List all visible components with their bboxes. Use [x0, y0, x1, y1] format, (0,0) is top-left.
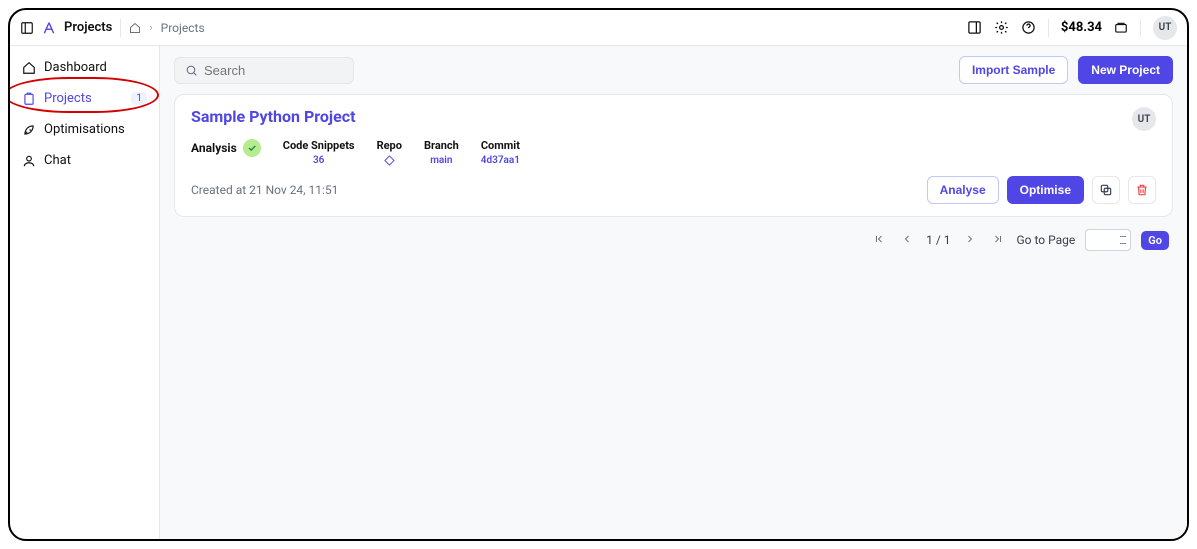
sidebar-item-label: Optimisations — [44, 122, 125, 137]
delete-button[interactable] — [1128, 176, 1156, 204]
divider — [1140, 19, 1141, 37]
divider — [1048, 19, 1049, 37]
project-owner-avatar: UT — [1132, 107, 1156, 131]
project-title[interactable]: Sample Python Project — [191, 107, 355, 126]
sidebar: Dashboard Projects 1 Optimisations — [10, 46, 160, 539]
new-project-button[interactable]: New Project — [1078, 56, 1173, 84]
main-area: Import Sample New Project Sample Python … — [160, 46, 1187, 539]
repo-icon — [384, 155, 395, 166]
project-card: Sample Python Project UT Analysis Code S… — [174, 94, 1173, 217]
import-sample-button[interactable]: Import Sample — [959, 56, 1068, 84]
search-box[interactable] — [174, 57, 354, 84]
goto-label: Go to Page — [1017, 233, 1076, 247]
goto-page-input[interactable] — [1085, 229, 1131, 251]
go-button[interactable]: Go — [1141, 231, 1169, 250]
app-title: Projects — [64, 20, 112, 35]
check-icon — [243, 139, 261, 157]
sidebar-item-projects[interactable]: Projects 1 — [10, 83, 159, 114]
search-icon — [185, 64, 198, 77]
sidebar-badge: 1 — [131, 92, 147, 105]
page-next-icon[interactable] — [961, 233, 979, 248]
sidebar-item-label: Projects — [44, 91, 92, 106]
gear-icon[interactable] — [994, 20, 1009, 35]
page-last-icon[interactable] — [989, 233, 1007, 248]
user-avatar[interactable]: UT — [1153, 16, 1177, 40]
sidebar-item-optimisations[interactable]: Optimisations — [10, 114, 159, 145]
topbar: Projects › Projects $48.34 UT — [10, 10, 1187, 46]
logo-icon — [42, 21, 56, 35]
analysis-label: Analysis — [191, 141, 237, 155]
balance: $48.34 — [1061, 20, 1102, 35]
meta-branch: Branch main — [424, 139, 459, 166]
created-at: Created at 21 Nov 24, 11:51 — [191, 183, 338, 197]
sidebar-item-dashboard[interactable]: Dashboard — [10, 52, 159, 83]
panel-icon[interactable] — [20, 21, 34, 35]
analyse-button[interactable]: Analyse — [927, 176, 999, 204]
meta-commit: Commit 4d37aa1 — [481, 139, 520, 166]
sidebar-item-chat[interactable]: Chat — [10, 145, 159, 176]
help-icon[interactable] — [1021, 20, 1036, 35]
analysis-status: Analysis — [191, 139, 261, 157]
divider — [120, 19, 121, 37]
breadcrumb-sep: › — [149, 21, 152, 34]
breadcrumb-home-icon[interactable] — [129, 22, 141, 34]
optimise-button[interactable]: Optimise — [1007, 176, 1084, 204]
breadcrumb-current: Projects — [161, 21, 205, 35]
clipboard-icon — [22, 92, 36, 106]
layout-icon[interactable] — [967, 20, 982, 35]
page-prev-icon[interactable] — [898, 233, 916, 248]
meta-code-snippets: Code Snippets 36 — [283, 139, 355, 166]
user-icon — [22, 154, 36, 168]
sidebar-item-label: Chat — [44, 153, 71, 168]
copy-button[interactable] — [1092, 176, 1120, 204]
toolbar: Import Sample New Project — [174, 56, 1173, 84]
sidebar-item-label: Dashboard — [44, 60, 107, 75]
wallet-icon[interactable] — [1114, 21, 1128, 35]
home-icon — [22, 61, 36, 75]
page-first-icon[interactable] — [870, 233, 888, 248]
pagination: 1 / 1 Go to Page Go — [174, 227, 1173, 253]
rocket-icon — [22, 123, 36, 137]
page-indicator: 1 / 1 — [926, 233, 950, 247]
meta-repo: Repo — [377, 139, 402, 166]
search-input[interactable] — [204, 63, 343, 78]
